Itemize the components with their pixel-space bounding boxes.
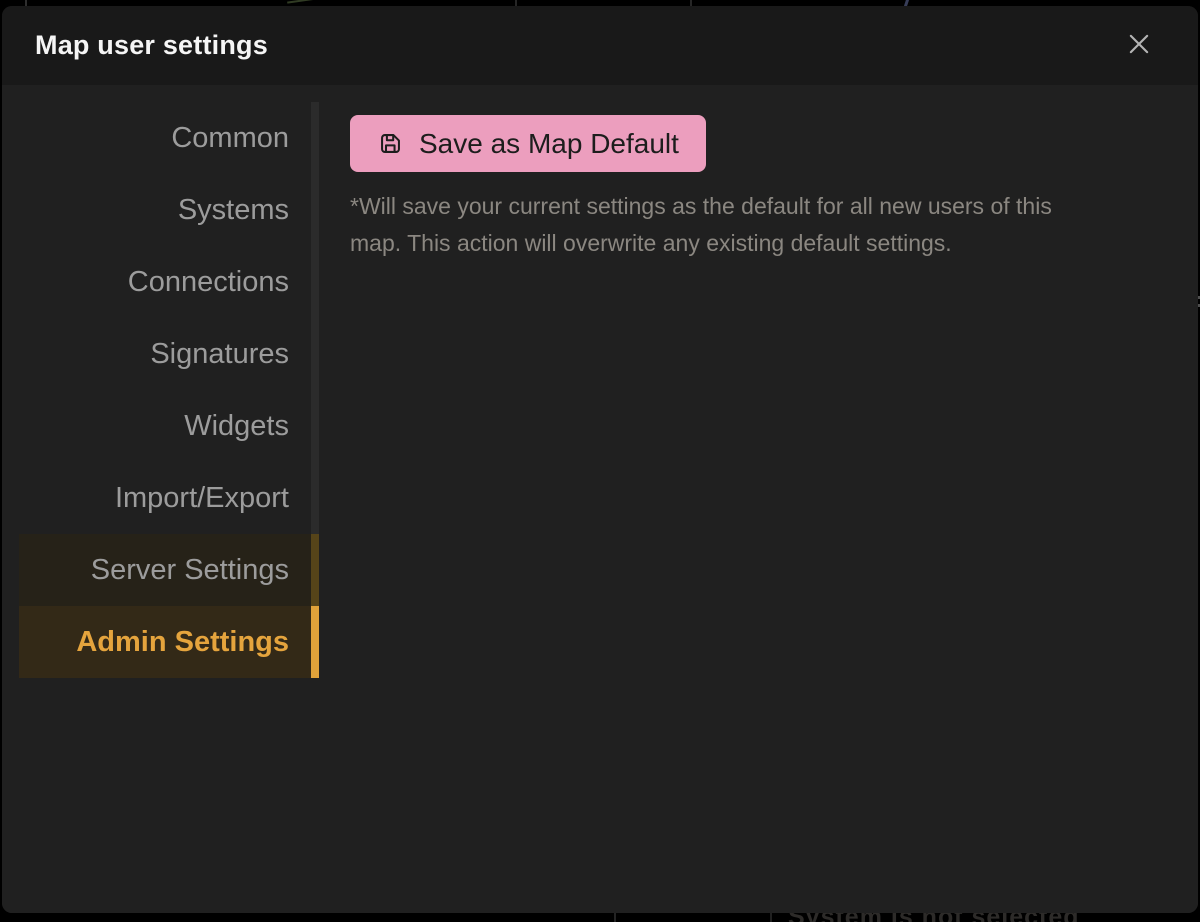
note-line: map. This action will overwrite any exis…: [350, 225, 1150, 262]
sidebar-item-systems[interactable]: Systems: [19, 174, 319, 246]
save-button-label: Save as Map Default: [419, 128, 679, 160]
background-divider-tick: [770, 913, 772, 922]
close-button[interactable]: [1116, 23, 1162, 69]
note-line: *Will save your current settings as the …: [350, 188, 1150, 225]
close-icon: [1124, 29, 1154, 62]
save-default-note: *Will save your current settings as the …: [350, 188, 1150, 261]
app-screen: System is not selected Map user settings…: [0, 0, 1200, 922]
background-map-connection-line: [287, 0, 339, 4]
sidebar-item-admin-settings[interactable]: Admin Settings: [19, 606, 319, 678]
sidebar-item-widgets[interactable]: Widgets: [19, 390, 319, 462]
save-floppy-icon: [377, 130, 404, 157]
background-divider-tick: [614, 913, 616, 922]
save-as-map-default-button[interactable]: Save as Map Default: [350, 115, 706, 172]
sidebar-item-common[interactable]: Common: [19, 102, 319, 174]
dialog-body: Common Systems Connections Signatures Wi…: [2, 85, 1198, 913]
dialog-header: Map user settings: [2, 6, 1198, 85]
sidebar-item-import-export[interactable]: Import/Export: [19, 462, 319, 534]
sidebar-item-signatures[interactable]: Signatures: [19, 318, 319, 390]
sidebar-item-connections[interactable]: Connections: [19, 246, 319, 318]
settings-nav-list: Common Systems Connections Signatures Wi…: [19, 102, 319, 678]
dialog-title: Map user settings: [35, 30, 268, 61]
admin-settings-panel: Save as Map Default *Will save your curr…: [319, 85, 1198, 913]
sidebar-item-server-settings[interactable]: Server Settings: [19, 534, 319, 606]
map-user-settings-dialog: Map user settings Common Systems Connect…: [2, 6, 1198, 913]
settings-sidebar: Common Systems Connections Signatures Wi…: [2, 85, 319, 913]
